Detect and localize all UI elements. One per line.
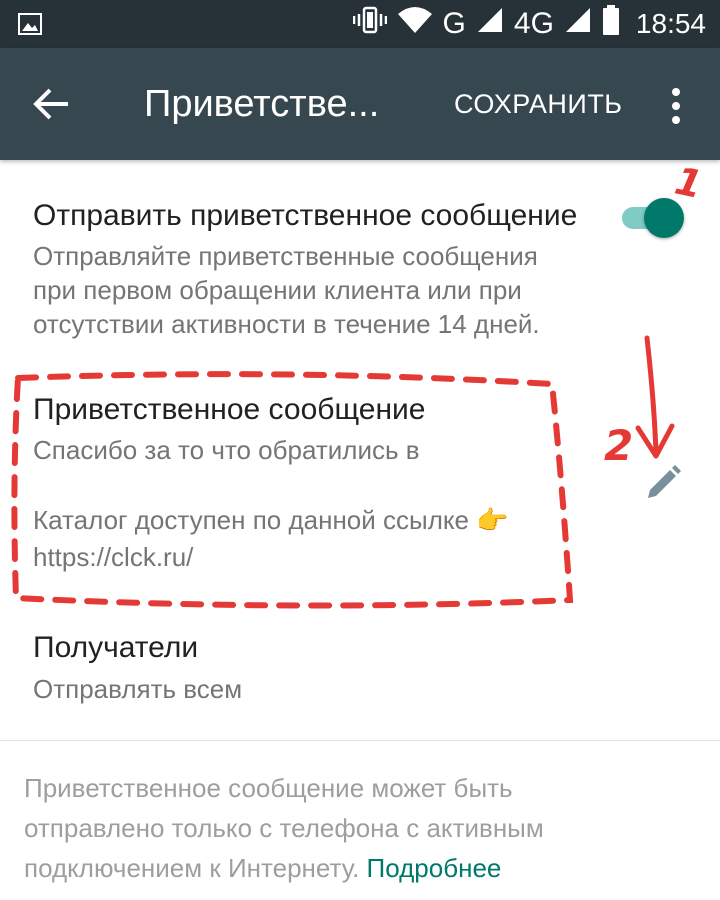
status-bar: G 4G 18:54 (0, 0, 720, 48)
greeting-message-line-1: Спасибо за то что обратились в (33, 435, 420, 465)
send-greeting-title[interactable]: Отправить приветственное сообщение (33, 198, 577, 234)
edit-pencil-icon[interactable] (644, 462, 684, 502)
send-greeting-description-line-2: при первом обращении клиента или при (33, 275, 522, 305)
greeting-message-line-2: Каталог доступен по данной ссылке 👉 (33, 503, 509, 537)
app-toolbar: Приветстве... СОХРАНИТЬ (0, 48, 720, 160)
annotation-arrow-shaft (644, 335, 659, 455)
send-greeting-description-line-3: отсутствии активности в течение 14 дней. (33, 309, 540, 339)
section-divider (0, 740, 720, 741)
greeting-message-line-2-text: Каталог доступен по данной ссылке (33, 505, 469, 535)
pointing-hand-emoji: 👉 (476, 505, 509, 535)
image-icon (18, 12, 42, 41)
footer-line-2: отправлено только с телефона с активным (24, 813, 544, 843)
recipients-value: Отправлять всем (33, 674, 243, 704)
greeting-message-line-3: https://clck.ru/ (33, 542, 194, 572)
toggle-thumb (644, 198, 684, 238)
network-type-label: G (442, 7, 466, 40)
back-arrow-icon[interactable] (30, 82, 74, 126)
wifi-icon (397, 6, 433, 42)
learn-more-link[interactable]: Подробнее (367, 853, 502, 883)
signal-icon (476, 6, 504, 42)
vibrate-icon (352, 5, 387, 43)
footer-line-3: подключением к Интернету. Подробнее (24, 848, 644, 888)
annotation-arrow-head (635, 423, 675, 459)
more-vert-icon[interactable] (662, 84, 690, 128)
save-button[interactable]: СОХРАНИТЬ (454, 86, 623, 122)
greeting-message-title[interactable]: Приветственное сообщение (33, 392, 426, 428)
send-greeting-toggle[interactable] (618, 198, 684, 238)
clock: 18:54 (635, 8, 706, 39)
footer-line-1: Приветственное сообщение может быть (24, 773, 513, 803)
annotation-marker-2: 2 (604, 421, 633, 470)
network-4g-label: 4G (513, 7, 554, 40)
recipients-title[interactable]: Получатели (33, 630, 198, 666)
footer-note: Приветственное сообщение может быть отпр… (24, 768, 644, 888)
signal-icon (564, 6, 592, 42)
battery-icon (602, 5, 620, 43)
page-title: Приветстве... (144, 83, 380, 125)
footer-line-3-text: подключением к Интернету. (24, 853, 360, 883)
send-greeting-description-line-1: Отправляйте приветственные сообщения (33, 241, 538, 271)
